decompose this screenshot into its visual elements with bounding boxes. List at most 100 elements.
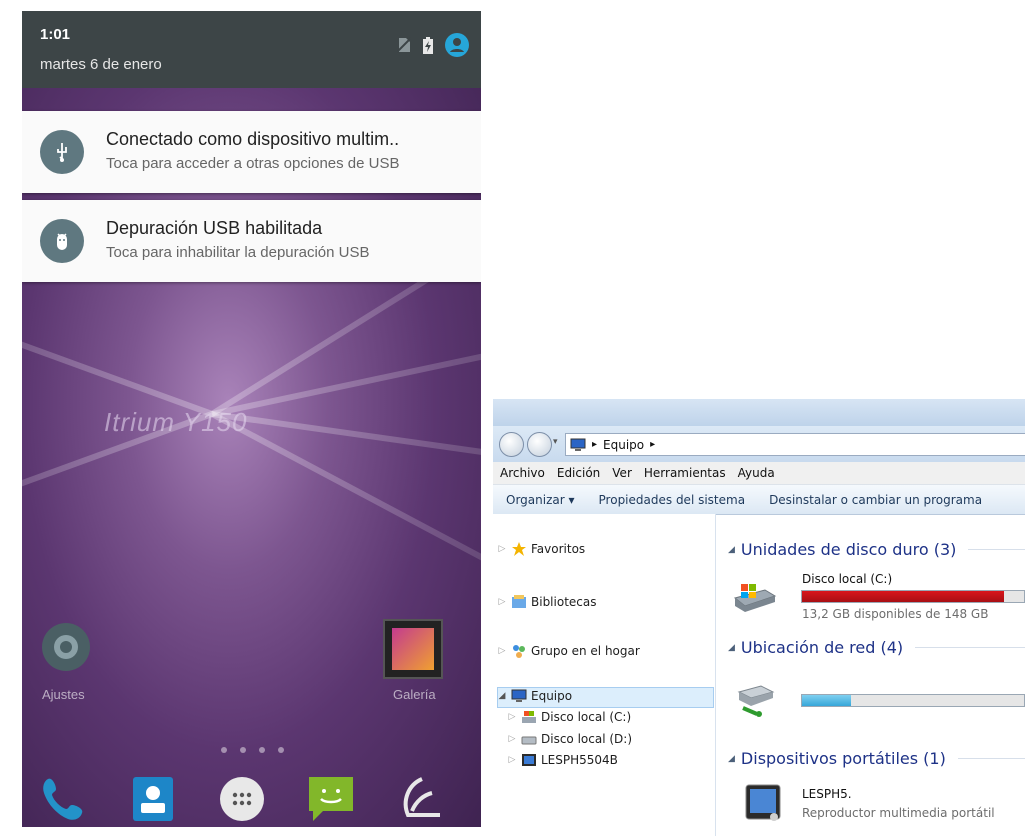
nav-drive-c[interactable]: ▷ Disco local (C:) (507, 710, 632, 724)
nav-label: Disco local (C:) (541, 710, 632, 724)
nav-label: Favoritos (531, 542, 586, 556)
expand-arrow-icon[interactable]: ▷ (497, 646, 507, 656)
android-debug-icon (40, 219, 84, 263)
expand-arrow-icon[interactable]: ▷ (497, 544, 507, 554)
gallery-app-label[interactable]: Galería (393, 687, 436, 702)
phone-icon[interactable] (36, 771, 92, 827)
nav-libraries[interactable]: ▷ Bibliotecas (497, 594, 596, 610)
status-icons (397, 33, 469, 57)
collapse-group-icon[interactable]: ◢ (728, 545, 735, 555)
media-player-icon (522, 754, 536, 766)
collapse-group-icon[interactable]: ◢ (728, 643, 735, 653)
nav-label: LESPH5504B (541, 753, 618, 767)
menu-ayuda[interactable]: Ayuda (738, 466, 775, 480)
app-drawer-icon[interactable] (214, 771, 270, 827)
status-date[interactable]: martes 6 de enero (40, 56, 162, 73)
nav-homegroup[interactable]: ▷ Grupo en el hogar (497, 643, 640, 659)
network-drive-usage-bar (801, 694, 1025, 707)
address-bar-area: ▾ ▸ Equipo ▸ (493, 426, 1025, 462)
notification-text: Toca para inhabilitar la depuración USB (106, 244, 370, 261)
navigation-pane: ▷ Favoritos ▷ Bibliotecas ▷ Grupo en el … (493, 514, 716, 836)
nav-label: Disco local (D:) (541, 732, 633, 746)
collapse-arrow-icon[interactable]: ◢ (497, 691, 507, 701)
group-hard-drives[interactable]: ◢ Unidades de disco duro (3) (728, 540, 1025, 559)
notification-title: Conectado como dispositivo multim.. (106, 129, 400, 149)
dock (22, 771, 481, 827)
page-dot (221, 747, 227, 753)
usb-mode-notification[interactable]: Conectado como dispositivo multim.. Toca… (22, 111, 481, 193)
contacts-icon[interactable] (125, 771, 181, 827)
nav-drive-d[interactable]: ▷ Disco local (D:) (507, 732, 632, 746)
group-network[interactable]: ◢ Ubicación de red (4) (728, 638, 1025, 657)
expand-arrow-icon[interactable]: ▷ (507, 755, 517, 765)
collapse-group-icon[interactable]: ◢ (728, 754, 735, 764)
group-label: Dispositivos portátiles (1) (740, 749, 946, 768)
notification-shade-header[interactable]: 1:01 martes 6 de enero (22, 11, 481, 88)
drive-c-usage-fill (802, 591, 1005, 602)
command-bar: Organizar ▾ Propiedades del sistema Desi… (493, 485, 1025, 515)
group-label: Ubicación de red (4) (740, 638, 904, 657)
notification-title: Depuración USB habilitada (106, 218, 323, 238)
explorer-window: ▾ ▸ Equipo ▸ Archivo Edición Ver Herrami… (493, 399, 1025, 836)
recent-pages-chevron-icon[interactable]: ▾ (553, 437, 558, 447)
device-name: LESPH5. (802, 787, 852, 801)
libraries-icon (512, 595, 526, 608)
device-type: Reproductor multimedia portátil (802, 806, 995, 820)
page-dot (278, 747, 284, 753)
page-dot (259, 747, 265, 753)
page-dot (240, 747, 246, 753)
wallpaper-ray (22, 411, 214, 623)
drive-icon (521, 736, 537, 745)
computer-icon (570, 438, 586, 451)
group-portable-devices[interactable]: ◢ Dispositivos portátiles (1) (728, 749, 1025, 768)
network-drive-icon (737, 685, 775, 717)
menu-ver[interactable]: Ver (612, 466, 632, 480)
expand-arrow-icon[interactable]: ▷ (507, 734, 517, 744)
uninstall-program-button[interactable]: Desinstalar o cambiar un programa (769, 493, 982, 507)
computer-icon (511, 689, 527, 702)
media-player-icon (745, 784, 781, 821)
drive-c-free-space: 13,2 GB disponibles de 148 GB (802, 607, 989, 621)
nav-label: Equipo (531, 689, 573, 703)
organize-label: Organizar (506, 492, 565, 507)
menu-bar: Archivo Edición Ver Herramientas Ayuda (493, 462, 1025, 485)
star-icon (512, 542, 526, 556)
content-pane: ◢ Unidades de disco duro (3) Disco local… (716, 514, 1025, 836)
account-icon[interactable] (445, 33, 469, 57)
system-properties-button[interactable]: Propiedades del sistema (599, 493, 746, 507)
settings-app-label[interactable]: Ajustes (42, 687, 85, 702)
window-titlebar[interactable] (493, 399, 1025, 426)
nav-label: Grupo en el hogar (531, 644, 640, 658)
nav-favorites[interactable]: ▷ Favoritos (497, 541, 585, 557)
breadcrumb-separator-icon[interactable]: ▸ (650, 439, 655, 450)
nav-label: Bibliotecas (531, 595, 597, 609)
group-label: Unidades de disco duro (3) (740, 540, 957, 559)
breadcrumb-equipo[interactable]: Equipo (603, 438, 644, 452)
nav-computer[interactable]: ◢ Equipo (497, 689, 573, 703)
address-box[interactable]: ▸ Equipo ▸ (565, 433, 1025, 456)
browser-icon[interactable] (392, 771, 448, 827)
no-sim-icon (397, 37, 411, 53)
dropdown-icon: ▾ (568, 492, 575, 507)
expand-arrow-icon[interactable]: ▷ (507, 712, 517, 722)
wallpaper-ray (211, 286, 481, 417)
page-indicator (221, 747, 284, 753)
nav-device[interactable]: ▷ LESPH5504B (507, 753, 618, 767)
forward-button[interactable] (527, 432, 552, 457)
menu-herramientas[interactable]: Herramientas (644, 466, 726, 480)
phone-screen: 1:01 martes 6 de enero Conectado como di… (22, 11, 481, 827)
menu-edicion[interactable]: Edición (557, 466, 600, 480)
wallpaper-brand-text: Itrium Y150 (104, 407, 248, 437)
status-time: 1:01 (40, 26, 71, 43)
expand-arrow-icon[interactable]: ▷ (497, 597, 507, 607)
gallery-app-icon[interactable] (383, 619, 443, 679)
organize-button[interactable]: Organizar ▾ (506, 493, 575, 507)
menu-archivo[interactable]: Archivo (500, 466, 545, 480)
settings-app-icon[interactable] (38, 619, 94, 675)
back-button[interactable] (499, 432, 524, 457)
system-drive-icon (522, 711, 536, 723)
breadcrumb-separator-icon: ▸ (592, 439, 598, 450)
usb-debugging-notification[interactable]: Depuración USB habilitada Toca para inha… (22, 200, 481, 282)
system-drive-icon (733, 584, 777, 612)
messaging-icon[interactable] (303, 771, 359, 827)
